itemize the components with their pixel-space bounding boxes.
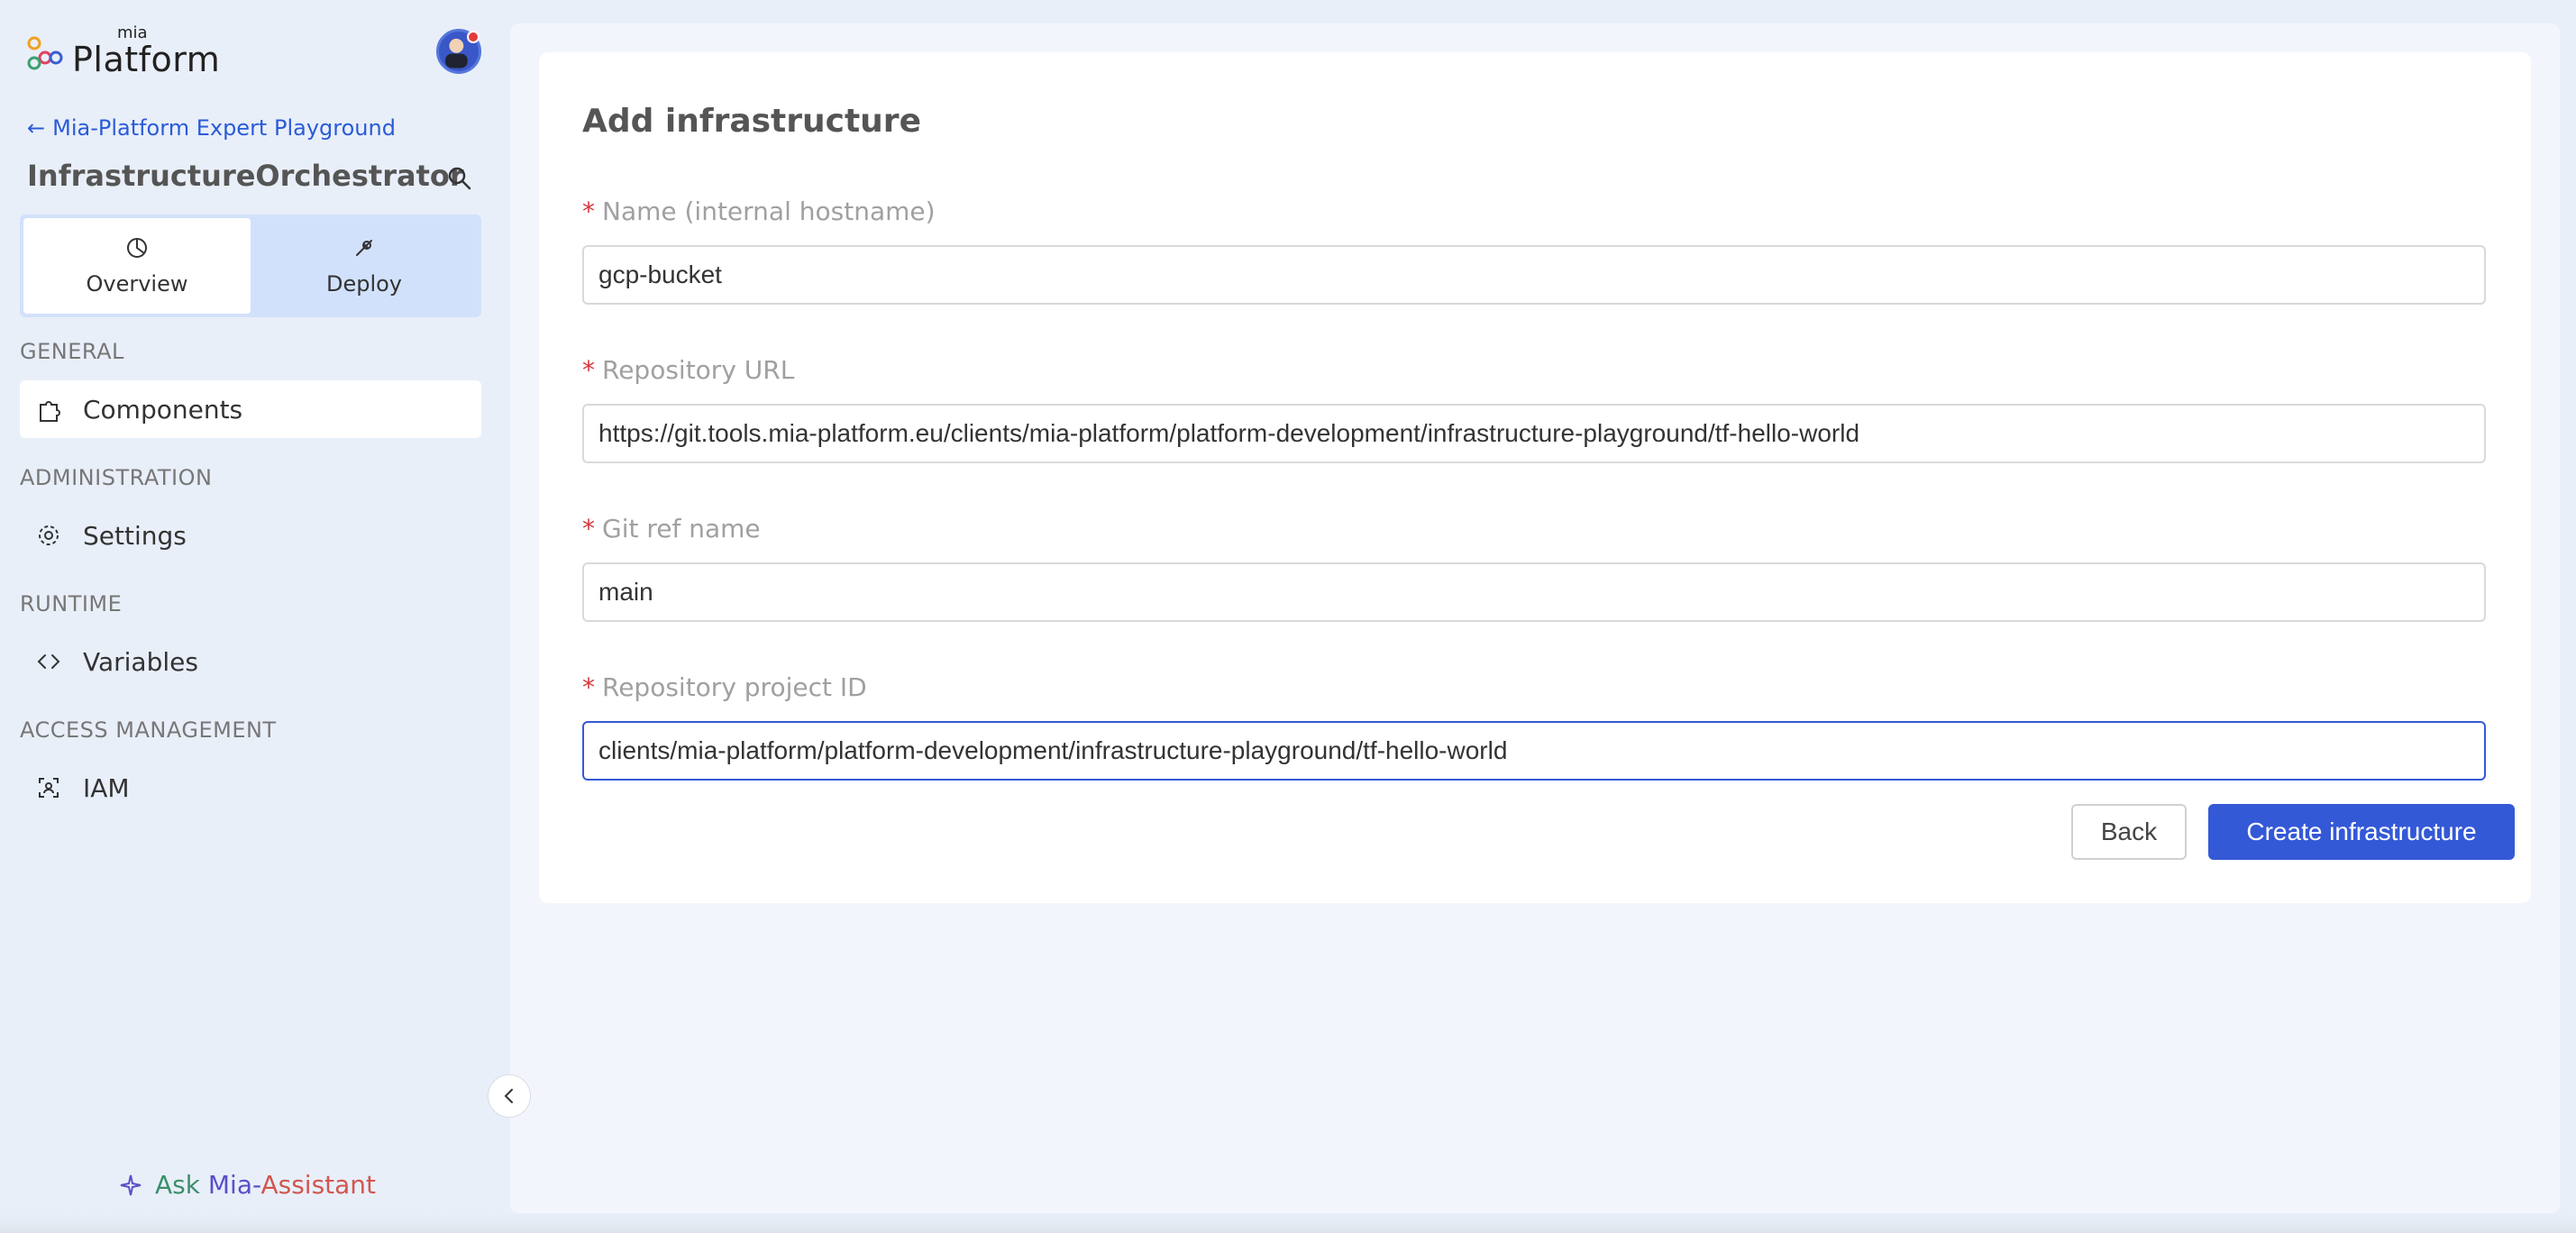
section-access-management: ACCESS MANAGEMENT xyxy=(20,717,277,743)
sidebar-item-iam[interactable]: IAM xyxy=(20,759,481,817)
back-to-project-link[interactable]: ← Mia-Platform Expert Playground xyxy=(27,115,396,141)
sidebar-item-label: Variables xyxy=(83,646,198,677)
sidebar-item-variables[interactable]: Variables xyxy=(20,633,481,690)
repository-url-label: * Repository URL xyxy=(582,355,794,385)
repository-url-value: https://git.tools.mia-platform.eu/client… xyxy=(598,419,1860,447)
name-input[interactable]: gcp-bucket xyxy=(582,245,2486,305)
required-mark: * xyxy=(582,196,595,226)
sidebar-item-label: Components xyxy=(83,394,243,425)
tab-overview-label: Overview xyxy=(86,271,188,297)
section-runtime: RUNTIME xyxy=(20,591,123,616)
git-ref-input[interactable]: main xyxy=(582,562,2486,622)
page-title: Add infrastructure xyxy=(582,103,921,140)
sidebar: mia Platform ← Mia-Platform Expert Playg… xyxy=(0,0,505,1233)
name-input-value: gcp-bucket xyxy=(598,260,722,288)
chevron-left-icon xyxy=(504,1089,513,1103)
sidebar-item-label: Settings xyxy=(83,520,187,551)
tab-overview[interactable]: Overview xyxy=(23,218,251,314)
gear-icon xyxy=(32,519,65,552)
collapse-sidebar-button[interactable] xyxy=(488,1074,531,1118)
tab-deploy-label: Deploy xyxy=(325,271,403,297)
required-mark: * xyxy=(582,672,595,702)
sidebar-item-label: IAM xyxy=(83,772,130,803)
tab-deploy[interactable]: Deploy xyxy=(251,218,478,314)
required-mark: * xyxy=(582,355,595,385)
section-general: GENERAL xyxy=(20,339,124,364)
sidebar-item-components[interactable]: Components xyxy=(20,380,481,438)
name-field-label: * Name (internal hostname) xyxy=(582,196,936,226)
git-ref-label-text: Git ref name xyxy=(602,514,761,543)
app-title: InfrastructureOrchestrator xyxy=(27,159,464,193)
pie-chart-icon xyxy=(127,238,147,258)
repository-project-id-label-text: Repository project ID xyxy=(602,672,867,702)
repository-project-id-value: clients/mia-platform/platform-developmen… xyxy=(598,736,1508,764)
section-administration: ADMINISTRATION xyxy=(20,465,213,490)
repository-url-label-text: Repository URL xyxy=(602,355,795,385)
create-infrastructure-button[interactable]: Create infrastructure xyxy=(2208,804,2515,860)
logo-big-text: Platform xyxy=(72,40,221,79)
code-icon xyxy=(32,645,65,678)
assistant-mia-label: Mia- xyxy=(207,1170,261,1200)
back-button[interactable]: Back xyxy=(2071,804,2187,860)
repository-project-id-label: * Repository project ID xyxy=(582,672,867,702)
logo-icon xyxy=(27,36,63,70)
rocket-icon xyxy=(356,240,372,256)
git-ref-value: main xyxy=(598,578,653,606)
assistant-ask-label: Ask xyxy=(155,1170,200,1200)
main-content: Add infrastructure * Name (internal hostn… xyxy=(510,23,2560,1213)
assistant-name-label: Assistant xyxy=(260,1170,377,1200)
repository-url-input[interactable]: https://git.tools.mia-platform.eu/client… xyxy=(582,404,2486,463)
back-link-label: Mia-Platform Expert Playground xyxy=(52,115,396,141)
add-infrastructure-form: Add infrastructure * Name (internal hostn… xyxy=(539,52,2531,903)
required-mark: * xyxy=(582,514,595,543)
notification-dot xyxy=(467,31,480,43)
logo-small-text: mia xyxy=(117,23,148,42)
search-icon[interactable] xyxy=(445,164,474,193)
puzzle-icon xyxy=(32,393,65,425)
sidebar-item-settings[interactable]: Settings xyxy=(20,507,481,564)
git-ref-label: * Git ref name xyxy=(582,514,761,543)
view-switcher: Overview Deploy xyxy=(20,215,481,317)
name-label-text: Name (internal hostname) xyxy=(602,196,936,226)
bottom-edge xyxy=(0,1213,2576,1233)
sparkle-icon xyxy=(120,1174,142,1195)
arrow-left-icon: ← xyxy=(27,115,46,141)
user-scan-icon xyxy=(32,772,65,804)
repository-project-id-input[interactable]: clients/mia-platform/platform-developmen… xyxy=(582,721,2486,781)
ask-mia-assistant-button[interactable]: Ask Mia-Assistant xyxy=(117,1170,376,1200)
mia-platform-logo[interactable]: mia Platform xyxy=(25,23,221,79)
